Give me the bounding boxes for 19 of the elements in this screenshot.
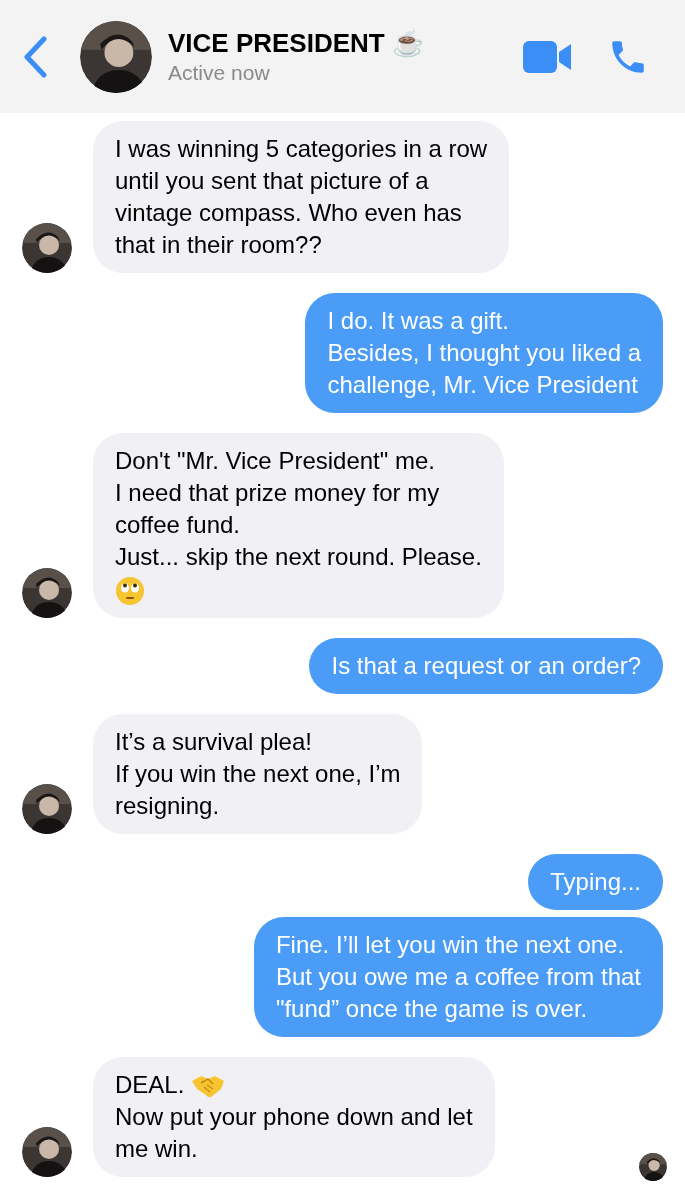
avatar <box>22 783 72 834</box>
avatar <box>22 567 72 618</box>
avatar <box>22 223 72 273</box>
message-bubble: DEAL. Now put your phone down and let me win. <box>93 1056 495 1177</box>
back-icon[interactable] <box>22 35 48 78</box>
eye-roll-emoji-icon <box>115 575 145 606</box>
contact-name: VICE PRESIDENT ☕ <box>168 26 425 59</box>
message-bubble: Is that a request or an order? <box>309 637 663 694</box>
avatar <box>22 1126 72 1177</box>
message-bubble: I do. It was a gift. Besides, I thought you liked a challenge, Mr. Vice President <box>305 293 663 413</box>
status-text: Active now <box>168 59 271 86</box>
message-bubble: Fine. I’ll let you win the next one. But you owe me a coffee from that "fund” once the game is over. <box>253 916 663 1037</box>
message-bubble: It’s a survival plea! If you win the next one, I’m resigning. <box>93 713 423 834</box>
message-bubble: Don't "Mr. Vice President" me. I need that prize money for my coffee fund. Just... skip the next round. Please. <box>93 433 504 618</box>
handshake-icon <box>191 1073 226 1100</box>
message-bubble: Typing... <box>528 853 663 910</box>
video-call-icon[interactable] <box>523 40 573 73</box>
seen-avatar <box>639 1152 667 1181</box>
message-bubble: I was winning 5 categories in a row until you sent that picture of a vintage compass. Who even has that in their room?? <box>93 121 510 273</box>
